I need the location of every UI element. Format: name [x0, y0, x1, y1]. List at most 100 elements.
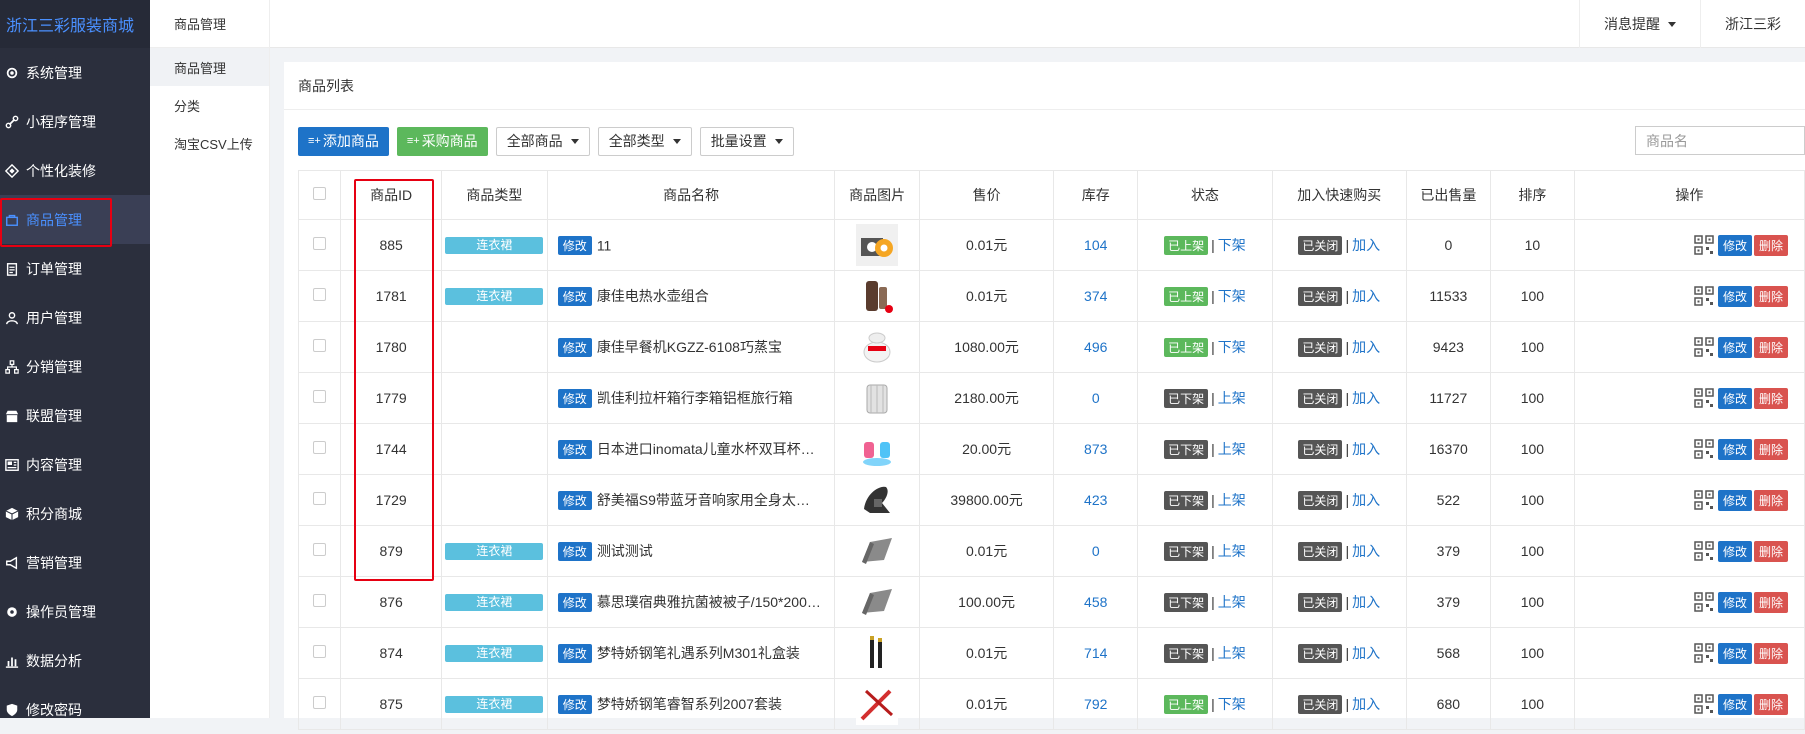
- delete-button[interactable]: 删除: [1753, 591, 1788, 613]
- edit-name-button[interactable]: 修改: [557, 541, 592, 561]
- all-types-dropdown[interactable]: 全部类型: [597, 126, 692, 156]
- row-checkbox[interactable]: [313, 594, 327, 607]
- sidebar-item-6[interactable]: 分销管理: [0, 342, 150, 391]
- delete-button[interactable]: 删除: [1753, 489, 1788, 511]
- user-menu[interactable]: 浙江三彩: [1700, 0, 1805, 48]
- delete-button[interactable]: 删除: [1753, 438, 1788, 460]
- goods-stock-link[interactable]: 792: [1084, 696, 1107, 712]
- sub-item-category[interactable]: 分类: [150, 86, 269, 124]
- goods-stock-link[interactable]: 423: [1084, 492, 1107, 508]
- goods-stock-link[interactable]: 873: [1084, 441, 1107, 457]
- toggle-shelf-link[interactable]: 上架: [1218, 543, 1246, 559]
- join-quick-buy-link[interactable]: 加入: [1352, 543, 1380, 559]
- row-checkbox[interactable]: [313, 696, 327, 709]
- join-quick-buy-link[interactable]: 加入: [1352, 492, 1380, 508]
- edit-button[interactable]: 修改: [1717, 540, 1752, 562]
- row-select-cell[interactable]: [297, 576, 342, 628]
- edit-name-button[interactable]: 修改: [557, 286, 592, 306]
- sidebar-item-7[interactable]: 联盟管理: [0, 391, 150, 440]
- edit-name-button[interactable]: 修改: [557, 694, 592, 714]
- toggle-shelf-link[interactable]: 下架: [1218, 237, 1246, 253]
- join-quick-buy-link[interactable]: 加入: [1352, 594, 1380, 610]
- edit-button[interactable]: 修改: [1717, 591, 1752, 613]
- toggle-shelf-link[interactable]: 下架: [1218, 339, 1246, 355]
- row-checkbox[interactable]: [313, 441, 327, 454]
- toggle-shelf-link[interactable]: 上架: [1218, 441, 1246, 457]
- join-quick-buy-link[interactable]: 加入: [1352, 645, 1380, 661]
- row-checkbox[interactable]: [313, 645, 327, 658]
- batch-settings-dropdown[interactable]: 批量设置: [699, 126, 794, 156]
- purchase-goods-button[interactable]: ≡+ 采购商品: [396, 126, 488, 156]
- sidebar-item-12[interactable]: 数据分析: [0, 636, 150, 685]
- delete-button[interactable]: 删除: [1753, 285, 1788, 307]
- delete-button[interactable]: 删除: [1753, 642, 1788, 664]
- toggle-shelf-link[interactable]: 下架: [1218, 696, 1246, 712]
- sidebar-item-1[interactable]: 小程序管理: [0, 97, 150, 146]
- edit-button[interactable]: 修改: [1717, 285, 1752, 307]
- row-select-cell[interactable]: [297, 627, 342, 679]
- qrcode-icon[interactable]: [1694, 592, 1714, 612]
- row-checkbox[interactable]: [313, 543, 327, 556]
- qrcode-icon[interactable]: [1694, 337, 1714, 357]
- row-select-cell[interactable]: [297, 474, 342, 526]
- join-quick-buy-link[interactable]: 加入: [1352, 390, 1380, 406]
- toggle-shelf-link[interactable]: 上架: [1218, 492, 1246, 508]
- qrcode-icon[interactable]: [1694, 439, 1714, 459]
- edit-name-button[interactable]: 修改: [557, 643, 592, 663]
- edit-name-button[interactable]: 修改: [557, 439, 592, 459]
- row-checkbox[interactable]: [313, 390, 327, 403]
- edit-name-button[interactable]: 修改: [557, 592, 592, 612]
- edit-button[interactable]: 修改: [1717, 234, 1752, 256]
- sidebar-item-10[interactable]: 营销管理: [0, 538, 150, 587]
- delete-button[interactable]: 删除: [1753, 336, 1788, 358]
- qrcode-icon[interactable]: [1694, 388, 1714, 408]
- delete-button[interactable]: 删除: [1753, 234, 1788, 256]
- edit-name-button[interactable]: 修改: [557, 388, 592, 408]
- goods-stock-link[interactable]: 496: [1084, 339, 1107, 355]
- goods-stock-link[interactable]: 0: [1092, 543, 1100, 559]
- row-checkbox[interactable]: [313, 339, 327, 352]
- select-all-checkbox[interactable]: [313, 187, 327, 200]
- row-select-cell[interactable]: [297, 270, 342, 322]
- edit-button[interactable]: 修改: [1717, 642, 1752, 664]
- qrcode-icon[interactable]: [1694, 235, 1714, 255]
- row-checkbox[interactable]: [313, 288, 327, 301]
- toggle-shelf-link[interactable]: 上架: [1218, 390, 1246, 406]
- toggle-shelf-link[interactable]: 上架: [1218, 594, 1246, 610]
- qrcode-icon[interactable]: [1694, 643, 1714, 663]
- qrcode-icon[interactable]: [1694, 694, 1714, 714]
- edit-button[interactable]: 修改: [1717, 387, 1752, 409]
- sidebar-item-9[interactable]: 积分商城: [0, 489, 150, 538]
- toggle-shelf-link[interactable]: 下架: [1218, 288, 1246, 304]
- sidebar-item-5[interactable]: 用户管理: [0, 293, 150, 342]
- sidebar-item-4[interactable]: 订单管理: [0, 244, 150, 293]
- select-all-cell[interactable]: [297, 170, 342, 220]
- goods-stock-link[interactable]: 374: [1084, 288, 1107, 304]
- join-quick-buy-link[interactable]: 加入: [1352, 696, 1380, 712]
- sidebar-item-11[interactable]: 操作员管理: [0, 587, 150, 636]
- sidebar-item-8[interactable]: 内容管理: [0, 440, 150, 489]
- goods-stock-link[interactable]: 458: [1084, 594, 1107, 610]
- join-quick-buy-link[interactable]: 加入: [1352, 237, 1380, 253]
- row-select-cell[interactable]: [297, 423, 342, 475]
- sidebar-item-3[interactable]: 商品管理: [0, 195, 150, 247]
- row-select-cell[interactable]: [297, 525, 342, 577]
- goods-stock-link[interactable]: 714: [1084, 645, 1107, 661]
- sidebar-item-13[interactable]: 修改密码: [0, 685, 150, 734]
- row-checkbox[interactable]: [313, 492, 327, 505]
- edit-name-button[interactable]: 修改: [557, 235, 592, 255]
- goods-stock-link[interactable]: 104: [1084, 237, 1107, 253]
- delete-button[interactable]: 删除: [1753, 693, 1788, 715]
- sub-item-goods[interactable]: 商品管理: [150, 48, 269, 86]
- toggle-shelf-link[interactable]: 上架: [1218, 645, 1246, 661]
- edit-button[interactable]: 修改: [1717, 336, 1752, 358]
- row-select-cell[interactable]: [297, 219, 342, 271]
- join-quick-buy-link[interactable]: 加入: [1352, 288, 1380, 304]
- sidebar-item-0[interactable]: 系统管理: [0, 48, 150, 97]
- row-select-cell[interactable]: [297, 372, 342, 424]
- row-select-cell[interactable]: [297, 678, 342, 730]
- qrcode-icon[interactable]: [1694, 541, 1714, 561]
- notice-dropdown[interactable]: 消息提醒: [1579, 0, 1700, 48]
- delete-button[interactable]: 删除: [1753, 540, 1788, 562]
- add-goods-button[interactable]: ≡+ 添加商品: [298, 126, 389, 156]
